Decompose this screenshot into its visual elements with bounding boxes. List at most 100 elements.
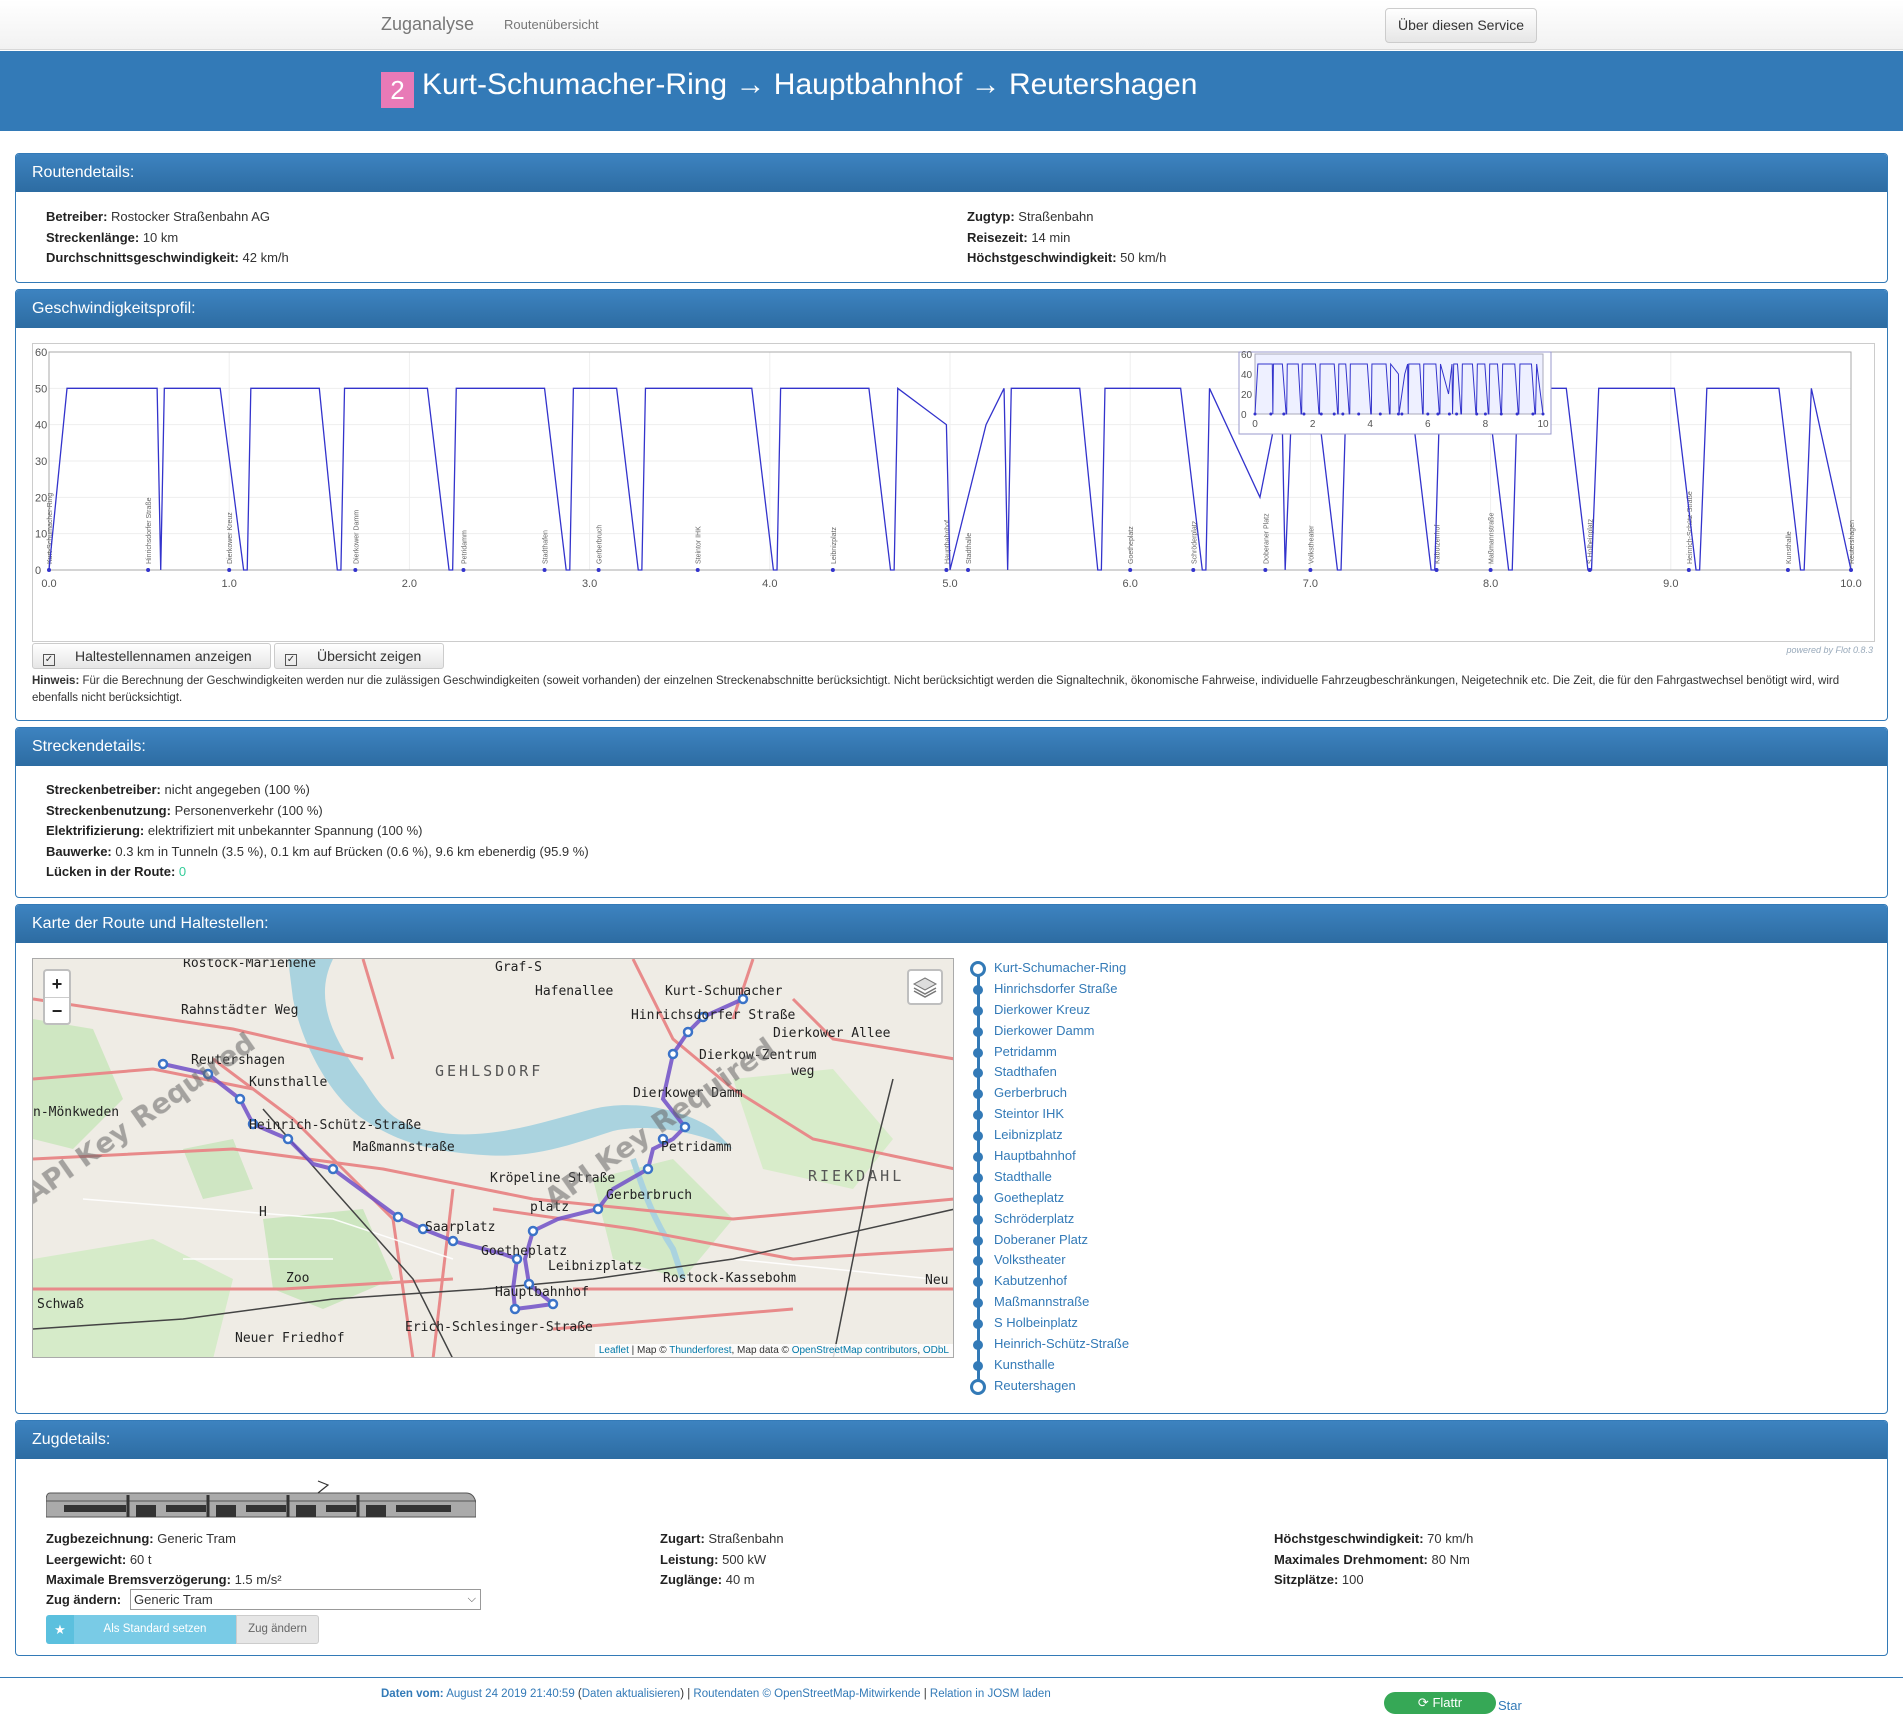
list-item[interactable]: Hauptbahnhof: [970, 1146, 1220, 1167]
overview-stop-point: [1282, 412, 1286, 416]
overview-stop-point: [1396, 412, 1400, 416]
svg-text:Hauptbahnhof: Hauptbahnhof: [495, 1285, 589, 1300]
stop-point: [830, 568, 835, 572]
github-star-link[interactable]: Star: [1498, 1698, 1522, 1713]
svg-text:Heinrich-Schütz-Straße: Heinrich-Schütz-Straße: [249, 1118, 421, 1133]
map-attribution: Leaflet | Map © Thunderforest, Map data …: [594, 1344, 953, 1357]
overview-x-tick: 8: [1483, 419, 1489, 430]
stop-name-label: Reutershagen: [1849, 520, 1856, 564]
svg-text:Hinrichsdorfer Straße: Hinrichsdorfer Straße: [631, 1008, 796, 1023]
leaflet-link[interactable]: Leaflet: [599, 1345, 629, 1356]
layers-icon[interactable]: [907, 969, 943, 1005]
y-tick-label: 0: [35, 565, 41, 577]
nav-routes-link[interactable]: Routenübersicht: [504, 17, 599, 32]
flattr-button[interactable]: ⟳ Flattr: [1384, 1692, 1496, 1714]
list-item[interactable]: Kabutzenhof: [970, 1271, 1220, 1292]
list-item[interactable]: Stadthafen: [970, 1062, 1220, 1083]
change-train-button[interactable]: Zug ändern: [236, 1615, 319, 1644]
list-item[interactable]: Stadthalle: [970, 1167, 1220, 1188]
list-item[interactable]: Doberaner Platz: [970, 1230, 1220, 1251]
stop-point: [146, 568, 151, 572]
map-zoom-control: + −: [43, 969, 71, 1025]
track-details-list: Streckenbetreiber: nicht angegeben (100 …: [46, 780, 589, 883]
zoom-in-button[interactable]: +: [45, 971, 69, 997]
detail-row: Zugart: Straßenbahn: [660, 1531, 784, 1546]
svg-text:Graf-S: Graf-S: [495, 960, 542, 975]
list-item[interactable]: Reutershagen: [970, 1376, 1220, 1397]
set-default-button[interactable]: Als Standard setzen: [74, 1615, 236, 1644]
footer-divider: [0, 1677, 1903, 1678]
brand-link[interactable]: Zuganalyse: [381, 14, 474, 35]
list-item[interactable]: Petridamm: [970, 1042, 1220, 1063]
y-tick-label: 40: [35, 420, 47, 432]
y-tick-label: 10: [35, 529, 47, 541]
detail-row: Reisezeit: 14 min: [967, 229, 1071, 245]
list-item[interactable]: Maßmannstraße: [970, 1292, 1220, 1313]
list-item[interactable]: Steintor IHK: [970, 1104, 1220, 1125]
detail-row: Zuglänge: 40 m: [660, 1572, 755, 1587]
stop-list: Kurt-Schumacher-Ring Hinrichsdorfer Stra…: [970, 958, 1220, 1397]
stop-name-label: Leibnizplatz: [831, 527, 838, 564]
overview-y-tick: 20: [1241, 390, 1253, 401]
list-item[interactable]: Heinrich-Schütz-Straße: [970, 1334, 1220, 1355]
route-number-badge: 2: [381, 72, 414, 108]
stop-point: [1488, 568, 1493, 572]
show-stop-names-toggle[interactable]: ✓ Haltestellennamen anzeigen: [32, 643, 271, 669]
stop-name-label: Maßmannstraße: [1489, 513, 1496, 564]
overview-x-tick: 10: [1537, 419, 1549, 430]
stop-name-label: Steintor IHK: [696, 526, 703, 564]
about-service-button[interactable]: Über diesen Service: [1385, 8, 1537, 43]
stop-name-label: Hauptbahnhof: [944, 520, 951, 564]
list-item[interactable]: Goetheplatz: [970, 1188, 1220, 1209]
list-item[interactable]: Leibnizplatz: [970, 1125, 1220, 1146]
osm-routedata-link[interactable]: Routendaten © OpenStreetMap-Mitwirkende: [693, 1688, 920, 1700]
osm-contributors-link[interactable]: OpenStreetMap contributors: [792, 1345, 918, 1356]
overview-stop-point: [1400, 412, 1404, 416]
stop-name-label: Stadthafen: [543, 530, 550, 564]
powered-by-label: powered by Flot 0.8.3: [1786, 645, 1873, 655]
detail-row: Leistung: 500 kW: [660, 1551, 767, 1567]
svg-text:H: H: [259, 1205, 267, 1220]
overview-x-tick: 0: [1252, 419, 1258, 430]
list-item[interactable]: Dierkower Damm: [970, 1021, 1220, 1042]
svg-text:Gerberbruch: Gerberbruch: [606, 1188, 692, 1203]
overview-stop-point: [1531, 412, 1535, 416]
list-item[interactable]: Schröderplatz: [970, 1209, 1220, 1230]
list-item[interactable]: Dierkower Kreuz: [970, 1000, 1220, 1021]
detail-row: Höchstgeschwindigkeit: 50 km/h: [967, 250, 1167, 265]
stop-name-label: Hinrichsdorfer Straße: [146, 497, 153, 564]
list-item[interactable]: S Holbeinplatz: [970, 1313, 1220, 1334]
calculation-note: Hinweis: Für die Berechnung der Geschwin…: [32, 675, 1840, 704]
list-item[interactable]: Hinrichsdorfer Straße: [970, 979, 1220, 1000]
train-select[interactable]: Generic Tram ⌵: [130, 1589, 481, 1610]
svg-text:Neu: Neu: [925, 1273, 948, 1288]
svg-text:Kunsthalle: Kunsthalle: [249, 1075, 327, 1090]
show-overview-toggle[interactable]: ✓ Übersicht zeigen: [274, 643, 444, 669]
speed-chart[interactable]: 0 10 20 30 40 50 60 0.0 1.0 2.0 3.0 4.0 5.0 6.0 7.0 8.0…: [32, 343, 1875, 642]
train-details-panel: Zugdetails: Zugbezeichnung: Generic Tram…: [15, 1420, 1888, 1656]
detail-row: Streckenbenutzung: Personenverkehr (100 …: [46, 802, 323, 818]
speed-profile-panel: Geschwindigkeitsprofil: 0 10 20 30 40 50 60 0.0…: [15, 289, 1888, 721]
list-item[interactable]: Volkstheater: [970, 1250, 1220, 1271]
svg-text:Neuer Friedhof: Neuer Friedhof: [235, 1331, 345, 1346]
list-item[interactable]: Gerberbruch: [970, 1083, 1220, 1104]
list-item[interactable]: Kunsthalle: [970, 1355, 1220, 1376]
list-item[interactable]: Kurt-Schumacher-Ring: [970, 958, 1220, 979]
panel-heading: Karte der Route und Haltestellen:: [16, 905, 1887, 943]
svg-text:Rahnstädter Weg: Rahnstädter Weg: [181, 1003, 298, 1018]
detail-row: Streckenbetreiber: nicht angegeben (100 …: [46, 782, 310, 797]
overview-stop-point: [1341, 412, 1345, 416]
star-icon[interactable]: ★: [46, 1615, 74, 1644]
stop-name-label: Dierkower Kreuz: [227, 512, 234, 564]
overview-stop-point: [1332, 412, 1336, 416]
stop-point: [944, 568, 949, 572]
route-map[interactable]: Rostock-Marienehe Graf-S Hafenallee Kurt…: [32, 958, 954, 1358]
overview-stop-point: [1378, 412, 1382, 416]
odbl-link[interactable]: ODbL: [923, 1345, 949, 1356]
zoom-out-button[interactable]: −: [45, 997, 69, 1023]
thunderforest-link[interactable]: Thunderforest: [669, 1345, 731, 1356]
josm-link[interactable]: Relation in JOSM laden: [930, 1688, 1051, 1700]
x-tick-label: 10.0: [1840, 578, 1861, 590]
x-tick-label: 5.0: [942, 578, 957, 590]
refresh-data-link[interactable]: Daten aktualisieren: [582, 1688, 680, 1700]
